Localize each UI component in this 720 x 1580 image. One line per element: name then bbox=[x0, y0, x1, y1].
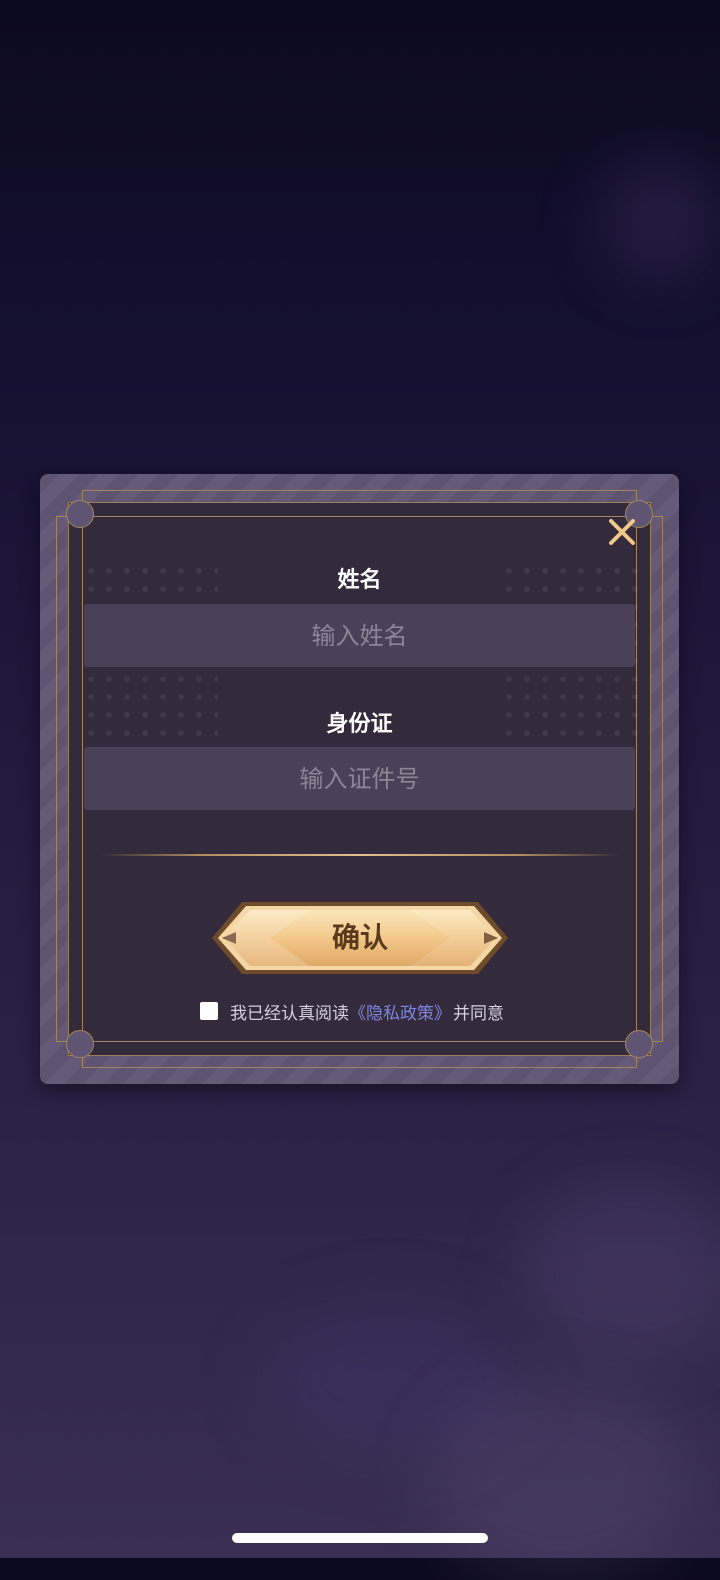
background-glow bbox=[430, 1380, 690, 1580]
corner-ornament bbox=[66, 500, 94, 528]
home-indicator[interactable] bbox=[232, 1533, 488, 1543]
confirm-button[interactable]: 确认 bbox=[210, 898, 510, 978]
corner-ornament bbox=[625, 1030, 653, 1058]
agreement-checkbox[interactable] bbox=[200, 1002, 218, 1020]
real-name-verification-dialog: 姓名 身份证 确认 我已经认真阅读 《隐私政策》 并同意 bbox=[40, 474, 679, 1084]
agreement-prefix: 我已经认真阅读 bbox=[230, 1003, 349, 1024]
id-number-label: 身份证 bbox=[326, 712, 393, 737]
id-number-input[interactable] bbox=[84, 747, 635, 810]
name-input[interactable] bbox=[84, 604, 635, 667]
background-glow bbox=[520, 1180, 720, 1360]
background-glow bbox=[600, 160, 720, 280]
close-button[interactable] bbox=[606, 516, 638, 548]
corner-ornament bbox=[66, 1030, 94, 1058]
name-label: 姓名 bbox=[337, 568, 382, 593]
divider bbox=[100, 854, 620, 856]
privacy-agreement: 我已经认真阅读 《隐私政策》 并同意 bbox=[200, 998, 504, 1024]
confirm-button-label: 确认 bbox=[331, 921, 388, 954]
privacy-policy-link[interactable]: 《隐私政策》 bbox=[349, 999, 451, 1024]
close-icon bbox=[609, 519, 635, 545]
agreement-suffix: 并同意 bbox=[453, 1003, 504, 1024]
